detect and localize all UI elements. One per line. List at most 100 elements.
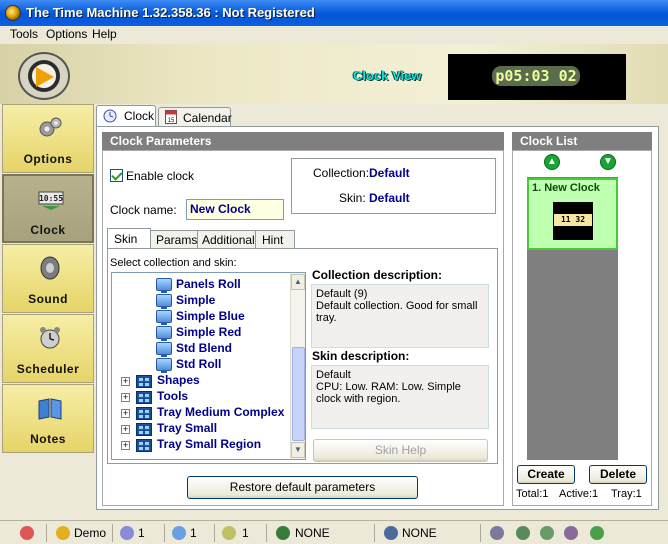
move-up-icon[interactable]: ▲ [544, 154, 560, 170]
clock-list-item[interactable]: 1. New Clock 11 32 41 [527, 178, 618, 250]
digital-clock-icon: 10:55 [38, 191, 64, 210]
tree-item-simple-blue[interactable]: Simple Blue [176, 309, 245, 325]
skin-label: Skin: [339, 191, 366, 205]
tool-icon-5[interactable] [590, 526, 604, 540]
nav-options[interactable]: Options [2, 104, 94, 173]
collection-icon [136, 375, 152, 388]
restore-defaults-button[interactable]: Restore default parameters [187, 476, 418, 499]
status-net-2: NONE [402, 526, 437, 540]
collection-label: Collection: [313, 166, 370, 180]
tool-icon-1[interactable] [490, 526, 504, 540]
skin-description: Default CPU: Low. RAM: Low. Simple clock… [311, 365, 489, 429]
skin-tree[interactable]: Panels Roll Simple Simple Blue Simple Re… [111, 272, 306, 460]
nav-label: Clock [30, 223, 66, 237]
skin-value: Default [369, 191, 410, 205]
tab-clock[interactable]: Clock [96, 105, 156, 128]
collection-icon [136, 423, 152, 436]
calendar-icon: 15 [165, 110, 177, 124]
subtab-params[interactable]: Params [150, 230, 198, 248]
clock-item-name: 1. New Clock [532, 182, 600, 194]
select-collection-label: Select collection and skin: [110, 257, 237, 269]
nav-label: Scheduler [16, 362, 80, 376]
title-bar: The Time Machine 1.32.358.36 : Not Regis… [0, 0, 668, 26]
subtab-additional[interactable]: Additional [197, 230, 256, 248]
delete-button[interactable]: Delete [589, 465, 647, 484]
expand-icon[interactable]: + [121, 425, 130, 434]
window-title: The Time Machine 1.32.358.36 : Not Regis… [26, 5, 315, 20]
tree-item-tray-small[interactable]: Tray Small [157, 421, 217, 437]
nav-label: Notes [30, 432, 66, 446]
scroll-down-icon[interactable]: ▼ [291, 442, 305, 458]
status-count-3: 1 [242, 526, 249, 540]
collection-value: Default [369, 166, 410, 180]
clock-active: Active:1 [559, 488, 599, 500]
expand-icon[interactable]: + [121, 393, 130, 402]
nav-notes[interactable]: Notes [2, 384, 94, 453]
clock-item-preview: 11 32 41 [553, 202, 593, 240]
nav-label: Options [23, 152, 73, 166]
status-count-1: 1 [138, 526, 145, 540]
clock-count-icon [120, 526, 134, 540]
clock-tray: Tray:1 [611, 488, 642, 500]
skin-monitor-icon [156, 278, 172, 293]
expand-icon[interactable]: + [121, 441, 130, 450]
skin-monitor-icon [156, 326, 172, 341]
scroll-up-icon[interactable]: ▲ [291, 274, 305, 290]
status-bar: Demo 1 1 1 NONE NONE [0, 520, 668, 544]
app-icon [5, 5, 21, 21]
clock-name-input[interactable]: New Clock [186, 199, 284, 220]
menu-options[interactable]: Options [46, 27, 87, 41]
expand-icon[interactable]: + [121, 409, 130, 418]
status-net-1: NONE [295, 526, 330, 540]
tree-item-tray-small-region[interactable]: Tray Small Region [157, 437, 261, 453]
subtab-skin[interactable]: Skin [107, 228, 151, 248]
status-mode: Demo [74, 526, 107, 540]
move-down-icon[interactable]: ▼ [600, 154, 616, 170]
clock-icon [103, 109, 117, 123]
svg-text:15: 15 [168, 118, 175, 124]
skin-monitor-icon [156, 310, 172, 325]
tree-item-std-roll[interactable]: Std Roll [176, 357, 221, 373]
menu-tools[interactable]: Tools [10, 27, 38, 41]
menu-bar: Tools Options Help [0, 26, 668, 44]
nav-sound[interactable]: Sound [2, 244, 94, 313]
tree-item-tools[interactable]: Tools [157, 389, 188, 405]
tree-item-panels-roll[interactable]: Panels Roll [176, 277, 241, 293]
tool-icon-3[interactable] [540, 526, 554, 540]
tree-scrollbar[interactable]: ▲ ▼ [290, 273, 305, 459]
home-icon[interactable] [20, 526, 34, 540]
tree-item-simple-red[interactable]: Simple Red [176, 325, 241, 341]
book-icon [38, 398, 62, 420]
tree-item-simple[interactable]: Simple [176, 293, 215, 309]
skin-monitor-icon [156, 358, 172, 373]
speaker-icon [40, 256, 60, 280]
tree-item-tray-medium-complex[interactable]: Tray Medium Complex [157, 405, 284, 421]
network-icon [276, 526, 290, 540]
gears-icon [39, 117, 62, 137]
subtab-hint[interactable]: Hint [255, 230, 295, 248]
collection-icon [136, 391, 152, 404]
enable-clock-checkbox[interactable] [110, 169, 123, 182]
skin-monitor-icon [156, 342, 172, 357]
expand-icon[interactable]: + [121, 377, 130, 386]
timer-icon [172, 526, 186, 540]
lock-icon [56, 526, 70, 540]
menu-help[interactable]: Help [92, 27, 117, 41]
nav-label: Sound [28, 292, 68, 306]
clock-view-time: p05:03 02 [492, 66, 580, 86]
tool-icon-4[interactable] [564, 526, 578, 540]
create-button[interactable]: Create [517, 465, 575, 484]
scroll-thumb[interactable] [292, 347, 305, 441]
tree-item-std-blend[interactable]: Std Blend [176, 341, 232, 357]
clock-view-label: Clock View [353, 68, 422, 83]
skin-help-button[interactable]: Skin Help [313, 439, 488, 462]
status-count-2: 1 [190, 526, 197, 540]
clock-parameters-header: Clock Parameters [102, 132, 504, 150]
svg-text:10:55: 10:55 [39, 194, 63, 203]
tool-icon-2[interactable] [516, 526, 530, 540]
tab-calendar[interactable]: 15 Calendar [158, 107, 232, 128]
nav-scheduler[interactable]: Scheduler [2, 314, 94, 383]
tree-item-shapes[interactable]: Shapes [157, 373, 200, 389]
nav-clock[interactable]: 10:55 Clock [2, 174, 94, 243]
collection-description: Default (9) Default collection. Good for… [311, 284, 489, 348]
